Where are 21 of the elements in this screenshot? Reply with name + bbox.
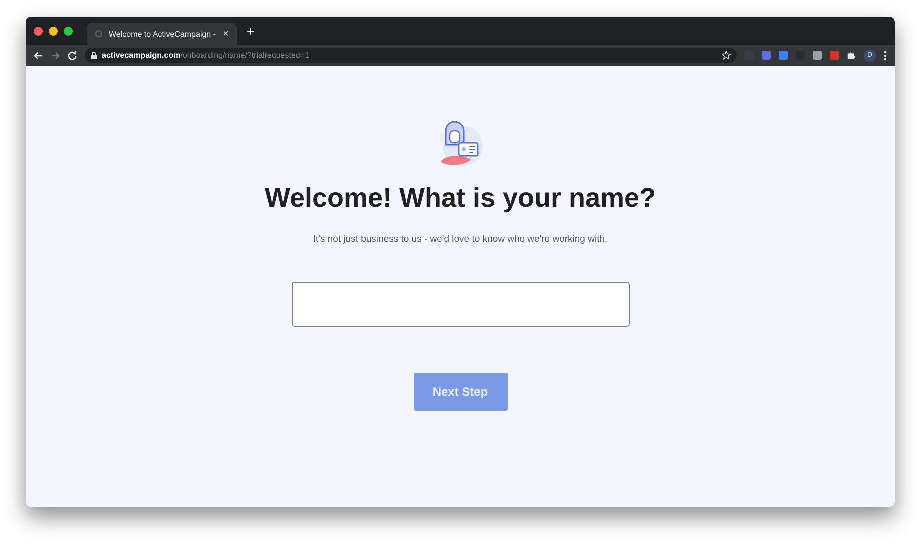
url-path: /onboarding/name/?trialrequested=1: [180, 51, 310, 60]
address-field[interactable]: activecampaign.com/onboarding/name/?trialrequested=1: [85, 48, 737, 63]
close-window-icon[interactable]: [34, 26, 43, 36]
browser-tab[interactable]: Welcome to ActiveCampaign - ×: [87, 23, 237, 45]
new-tab-button[interactable]: +: [247, 24, 255, 38]
maximize-window-icon[interactable]: [64, 26, 73, 36]
url-host: activecampaign.com: [102, 51, 181, 60]
forward-icon[interactable]: [51, 52, 60, 60]
heading: Welcome! What is your name?: [264, 183, 656, 214]
back-icon[interactable]: [34, 52, 43, 60]
puzzle-icon[interactable]: [847, 51, 856, 60]
lock-icon: [91, 52, 97, 59]
subtitle: It's not just business to us - we'd love to know who we're working with.: [313, 234, 608, 245]
tab-title: Welcome to ActiveCampaign -: [109, 30, 218, 38]
menu-icon[interactable]: [884, 50, 887, 60]
loading-icon: [95, 30, 103, 38]
star-icon[interactable]: [722, 51, 731, 60]
close-tab-button[interactable]: ×: [223, 28, 229, 40]
minimize-window-icon[interactable]: [49, 26, 58, 36]
reload-icon[interactable]: [68, 51, 77, 60]
name-input-field[interactable]: [292, 282, 630, 327]
